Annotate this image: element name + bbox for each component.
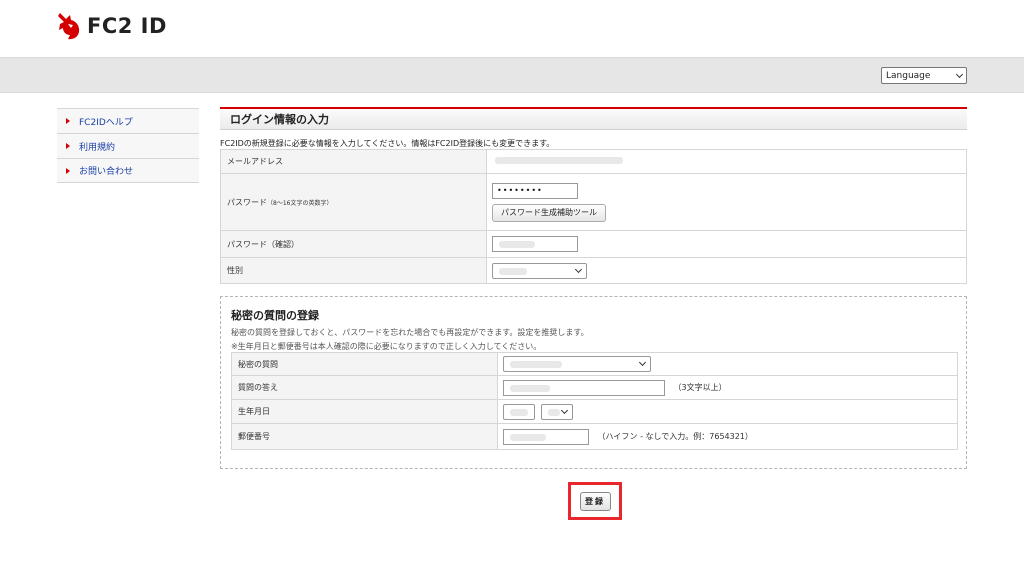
password-confirm-row: パスワード（確認） [220,230,967,258]
login-form-table: メールアドレス パスワード（8〜16文字の英数字） •••••••• パスワード… [220,149,967,284]
sidebar-item-label: お問い合わせ [79,167,134,177]
birth-year-redacted [510,408,528,416]
language-bar: Language [0,57,1024,93]
password-row: パスワード（8〜16文字の英数字） •••••••• パスワード生成補助ツール [220,173,967,231]
answer-cell: （3文字以上） [497,375,958,400]
postal-row: 郵便番号 （ハイフン - なしで入力。例：7654321） [231,423,958,450]
answer-hint: （3文字以上） [673,383,727,392]
email-row: メールアドレス [220,149,967,174]
secret-question-section: 秘密の質問の登録 秘密の質問を登録しておくと、パスワードを忘れた場合でも再設定が… [220,296,967,469]
secret-question-label: 秘密の質問 [231,352,498,376]
postal-label: 郵便番号 [231,423,498,450]
email-value-redacted [495,157,623,164]
password-confirm-input[interactable] [492,236,578,252]
secret-question-redacted [510,361,562,368]
register-button[interactable]: 登録 [579,491,611,511]
answer-row: 質問の答え （3文字以上） [231,375,958,400]
intro-text: FC2IDの新規登録に必要な情報を入力してください。情報はFC2ID登録後にも変… [220,139,555,148]
secret-note: ※生年月日と郵便番号は本人確認の際に必要になりますので正しく入力してください。 [231,342,542,351]
birthday-cell [497,399,958,424]
triangle-right-icon [66,143,70,149]
gender-label: 性別 [220,257,487,284]
email-label: メールアドレス [220,149,487,174]
submit-highlight: 登録 [568,482,622,520]
answer-label: 質問の答え [231,375,498,400]
chevron-down-icon [955,70,964,78]
sidebar-item-label: FC2IDヘルプ [79,117,133,128]
sidebar-item-help[interactable]: FC2IDヘルプ [57,108,199,133]
horse-logo-icon [58,13,80,40]
answer-redacted [510,384,550,392]
postal-redacted [510,433,546,441]
birthday-label: 生年月日 [231,399,498,424]
chevron-down-icon [560,406,568,414]
header: FC2 ID [0,0,1024,57]
password-note: （8〜16文字の英数字） [267,199,333,207]
password-confirm-cell [486,230,967,258]
sidebar-item-contact[interactable]: お問い合わせ [57,158,199,183]
password-generator-button[interactable]: パスワード生成補助ツール [492,203,606,222]
postal-hint: （ハイフン - なしで入力。例：7654321） [597,432,753,441]
birthday-row: 生年月日 [231,399,958,424]
gender-select-redacted [499,267,527,275]
logo-text: FC2 ID [87,13,167,38]
answer-input[interactable] [503,379,665,396]
email-value-cell [486,149,967,174]
language-select-value: Language [886,70,931,81]
password-confirm-label: パスワード（確認） [220,230,487,258]
gender-row: 性別 [220,257,967,284]
password-confirm-redacted [499,241,535,248]
triangle-right-icon [66,167,70,174]
postal-input[interactable] [503,428,589,445]
section-title: ログイン情報の入力 [220,107,967,130]
gender-cell [486,257,967,284]
sidebar: FC2IDヘルプ 利用規約 お問い合わせ [57,108,199,183]
secret-question-cell [497,352,958,376]
secret-form-table: 秘密の質問 質問の答え （3文字以上） 生年月日 郵便番号 （ハイフン - なし… [231,352,958,450]
secret-section-title: 秘密の質問の登録 [231,309,319,322]
chevron-down-icon [574,265,583,273]
birth-year-select[interactable] [503,403,535,420]
gender-select[interactable] [492,262,587,279]
password-value-cell: •••••••• パスワード生成補助ツール [486,173,967,231]
login-info-section: ログイン情報の入力 FC2IDの新規登録に必要な情報を入力してください。情報はF… [220,107,967,284]
secret-question-select[interactable] [503,356,651,372]
password-input[interactable]: •••••••• [492,182,578,199]
language-select[interactable]: Language [881,67,967,84]
password-label-cell: パスワード（8〜16文字の英数字） [220,173,487,231]
fc2-logo[interactable]: FC2 ID [57,11,167,41]
postal-cell: （ハイフン - なしで入力。例：7654321） [497,423,958,450]
password-label: パスワード [227,197,267,207]
birth-month-select[interactable] [540,403,573,420]
secret-description: 秘密の質問を登録しておくと、パスワードを忘れた場合でも再設定ができます。設定を推… [231,328,589,337]
triangle-right-icon [66,118,70,124]
birth-month-redacted [547,408,560,416]
sidebar-item-terms[interactable]: 利用規約 [57,133,199,158]
secret-question-row: 秘密の質問 [231,352,958,376]
sidebar-item-label: 利用規約 [79,142,116,153]
chevron-down-icon [638,358,647,367]
